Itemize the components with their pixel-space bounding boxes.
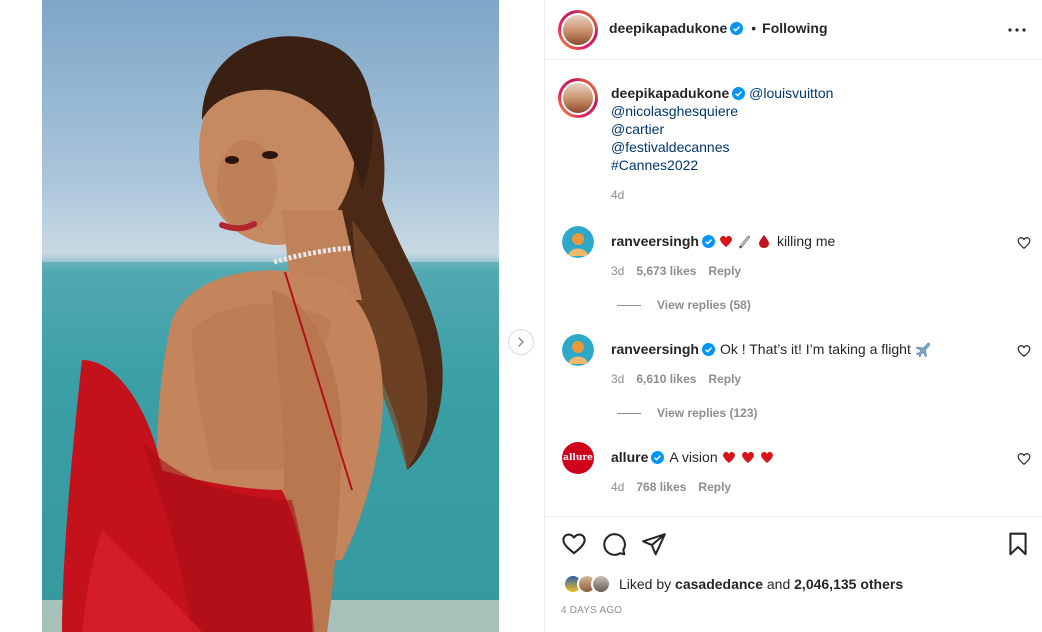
liked-by-and: and — [766, 576, 791, 592]
more-dots-icon — [1008, 28, 1026, 32]
hashtag-link[interactable]: #Cannes2022 — [611, 156, 1011, 174]
verified-badge-icon — [732, 87, 746, 100]
mention-link[interactable]: @cartier — [611, 120, 1011, 138]
heart-outline-icon[interactable] — [1017, 344, 1031, 358]
comment-timestamp: 4d — [611, 480, 625, 494]
caption: deepikapadukone @louisvuitton @nicolasgh… — [611, 84, 1011, 174]
post-timestamp: 4 DAYS AGO — [561, 605, 623, 616]
post-sidebar: deepikapadukone • Following deepikapaduk… — [544, 0, 1042, 632]
blood-drop-icon — [758, 235, 769, 248]
commenter-username[interactable]: ranveersingh — [611, 232, 699, 250]
verified-badge-icon — [701, 342, 715, 356]
view-replies-button[interactable]: View replies (58) — [617, 298, 751, 312]
red-heart-icon — [720, 235, 732, 247]
separator-dot: • — [751, 20, 757, 36]
comment-bubble-icon[interactable] — [601, 531, 627, 557]
commenter-username[interactable]: allure — [611, 448, 648, 466]
reply-button[interactable]: Reply — [698, 480, 731, 494]
liked-by-summary: Liked by casadedance and 2,046,135 other… — [563, 574, 903, 594]
share-send-icon[interactable] — [641, 531, 667, 557]
media-pane — [0, 0, 544, 632]
commenter-avatar[interactable]: allure — [562, 442, 594, 474]
caption-timestamp: 4d — [611, 188, 625, 202]
commenter-avatar[interactable] — [562, 334, 594, 366]
photo-illustration — [42, 36, 499, 632]
comment-likes[interactable]: 6,610 likes — [636, 372, 696, 386]
caption-author-username[interactable]: deepikapadukone — [611, 85, 729, 101]
like-heart-icon[interactable] — [561, 531, 587, 557]
next-photo-button[interactable] — [508, 329, 534, 355]
mention-link[interactable]: @louisvuitton — [749, 85, 833, 101]
heart-outline-icon[interactable] — [1017, 452, 1031, 466]
post-actions: Liked by casadedance and 2,046,135 other… — [545, 516, 1042, 632]
comment-text: killing me — [776, 233, 836, 249]
verified-badge-icon — [730, 21, 744, 35]
liked-by-user[interactable]: casadedance — [675, 576, 763, 592]
heart-outline-icon[interactable] — [1017, 236, 1031, 250]
knife-icon — [738, 235, 751, 249]
liker-avatar — [591, 574, 611, 594]
comment-text: Ok ! That’s it! I’m taking a flight — [719, 341, 911, 357]
liked-by-avatars[interactable] — [563, 574, 613, 594]
comment-timestamp: 3d — [611, 264, 625, 278]
red-heart-icon — [760, 451, 773, 463]
view-replies-button[interactable]: View replies (123) — [617, 406, 758, 420]
mention-link[interactable]: @festivaldecannes — [611, 138, 1011, 156]
red-heart-icon — [741, 451, 754, 463]
post-header: deepikapadukone • Following — [545, 0, 1042, 60]
verified-badge-icon — [651, 450, 665, 464]
comment-timestamp: 3d — [611, 372, 625, 386]
comment-likes[interactable]: 768 likes — [636, 480, 686, 494]
comment-text: A vision — [669, 449, 718, 465]
comments-section: deepikapadukone @louisvuitton @nicolasgh… — [545, 60, 1042, 516]
author-username[interactable]: deepikapadukone — [609, 20, 727, 36]
airplane-icon — [915, 342, 930, 357]
caption-author-avatar[interactable] — [558, 78, 598, 118]
verified-badge-icon — [701, 234, 715, 248]
comment-likes[interactable]: 5,673 likes — [636, 264, 696, 278]
post-photo[interactable] — [42, 0, 499, 632]
more-options-button[interactable] — [1007, 20, 1027, 40]
allure-logo: allure — [563, 453, 593, 463]
following-button[interactable]: Following — [762, 20, 827, 36]
mention-link[interactable]: @nicolasghesquiere — [611, 102, 1011, 120]
reply-button[interactable]: Reply — [708, 372, 741, 386]
bookmark-icon[interactable] — [1005, 531, 1031, 557]
liked-by-count[interactable]: 2,046,135 others — [794, 576, 903, 592]
commenter-username[interactable]: ranveersingh — [611, 340, 699, 358]
commenter-avatar[interactable] — [562, 226, 594, 258]
reply-button[interactable]: Reply — [708, 264, 741, 278]
liked-by-prefix: Liked by — [619, 576, 672, 592]
author-avatar[interactable] — [558, 10, 598, 50]
red-heart-icon — [722, 451, 735, 463]
chevron-right-icon — [518, 337, 524, 347]
